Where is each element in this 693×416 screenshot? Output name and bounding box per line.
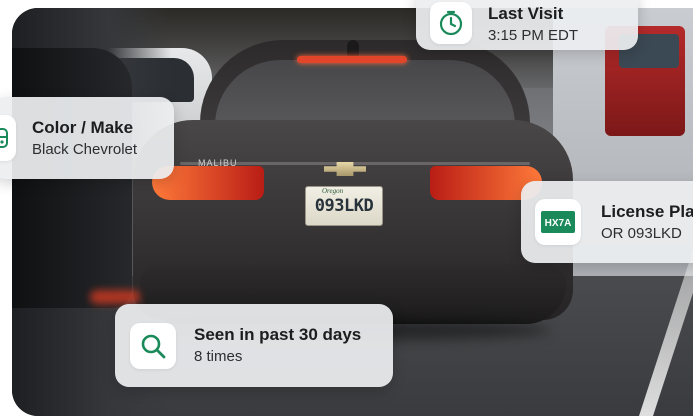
seen-card[interactable]: Seen in past 30 days 8 times [115,304,393,387]
search-icon [130,322,176,369]
plate-number: 093LKD [314,196,374,216]
plate-state: Oregon [322,187,344,195]
last-visit-card[interactable]: Last Visit 3:15 PM EDT [416,0,638,50]
color-make-text: Color / Make Black Chevrolet [32,117,137,160]
model-badge: MALIBU [198,158,238,168]
license-plate-value: OR 093LKD [601,224,682,242]
license-plate: 093LKD [305,186,383,226]
color-make-value: Black Chevrolet [32,140,138,158]
last-visit-value: 3:15 PM EDT [488,26,579,44]
car-brake-light [297,56,407,63]
car-icon [0,115,16,161]
license-plate-icon: HX7A [535,199,581,245]
license-plate-icon-text: HX7A [545,218,572,229]
seen-title: Seen in past 30 days [194,325,362,344]
last-visit-text: Last Visit 3:15 PM EDT [488,3,578,46]
car-antenna [347,40,359,56]
seen-text: Seen in past 30 days 8 times [194,324,361,367]
color-make-card[interactable]: Color / Make Black Chevrolet [0,97,174,179]
license-plate-card[interactable]: HX7A License Plate OR 093LKD [521,181,693,263]
clock-icon [430,2,472,44]
color-make-title: Color / Make [32,117,134,137]
light-glow [90,290,140,304]
last-visit-title: Last Visit [488,3,564,23]
license-plate-text: License Plate OR 093LKD [601,201,693,244]
seen-value: 8 times [194,348,243,365]
license-plate-title: License Plate [601,201,693,221]
